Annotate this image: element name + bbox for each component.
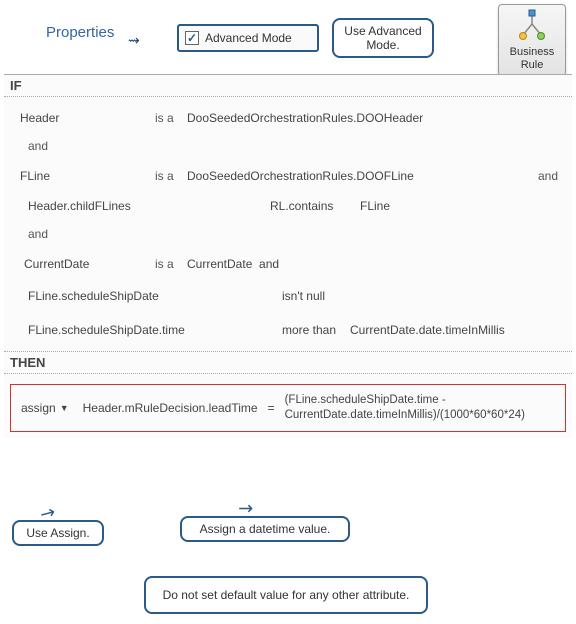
cond-left: FLine.scheduleShipDate.time <box>10 323 282 337</box>
cond-right: DooSeededOrchestrationRules.DOOHeader <box>187 111 566 125</box>
cond-op: more than <box>282 323 350 337</box>
cond-right: FLine <box>360 199 566 213</box>
condition-row: Header.childFLines RL.contains FLine <box>10 191 566 221</box>
callout-assign-datetime: Assign a datetime value. <box>180 516 350 542</box>
rule-body: IF Header is a DooSeededOrchestrationRul… <box>4 74 572 438</box>
equals-sign: = <box>268 401 275 415</box>
is-a-text: is a <box>155 257 187 271</box>
advanced-mode-container: ✓ Advanced Mode <box>177 24 319 52</box>
cond-left: FLine.scheduleShipDate <box>10 289 282 303</box>
assign-dropdown[interactable]: assign ▼ <box>17 399 73 417</box>
advanced-mode-checkbox[interactable]: ✓ <box>185 31 199 45</box>
business-rule-label: Business Rule <box>499 46 565 70</box>
properties-label: Properties <box>46 24 114 41</box>
callout-use-advanced: Use Advanced Mode. <box>332 18 434 58</box>
pointer-arrow-icon: ⇝ <box>128 32 140 49</box>
then-body: assign ▼ Header.mRuleDecision.leadTime =… <box>4 374 572 438</box>
assign-target: Header.mRuleDecision.leadTime <box>83 401 258 415</box>
and-text: and <box>259 257 279 271</box>
is-a-text: is a <box>155 169 187 183</box>
if-header: IF <box>4 74 572 97</box>
business-rule-button[interactable]: Business Rule <box>498 4 566 76</box>
advanced-mode-label: Advanced Mode <box>205 31 292 45</box>
callout-use-assign: Use Assign. <box>12 520 104 546</box>
assign-label: assign <box>21 401 56 415</box>
assign-expression: (FLine.scheduleShipDate.time - CurrentDa… <box>285 393 559 423</box>
and-text: and <box>10 133 566 159</box>
condition-row: FLine is a DooSeededOrchestrationRules.D… <box>10 159 566 191</box>
and-text: and <box>528 169 566 183</box>
if-body: Header is a DooSeededOrchestrationRules.… <box>4 97 572 352</box>
cond-right: DooSeededOrchestrationRules.DOOFLine <box>187 169 528 183</box>
then-header: THEN <box>4 352 572 374</box>
cond-left: Header.childFLines <box>10 199 270 213</box>
condition-row: Header is a DooSeededOrchestrationRules.… <box>10 101 566 133</box>
cond-op: isn't null <box>282 289 402 303</box>
cond-right: CurrentDate.date.timeInMillis <box>350 323 566 337</box>
cond-left: Header <box>10 111 155 125</box>
condition-row: FLine.scheduleShipDate isn't null <box>10 279 566 313</box>
cond-left: CurrentDate <box>10 257 155 271</box>
business-rule-icon <box>515 9 549 43</box>
assign-action-row: assign ▼ Header.mRuleDecision.leadTime =… <box>10 384 566 432</box>
chevron-down-icon: ▼ <box>60 403 69 413</box>
is-a-text: is a <box>155 111 187 125</box>
cond-left: FLine <box>10 169 155 183</box>
callout-no-default: Do not set default value for any other a… <box>144 576 428 614</box>
cond-op: RL.contains <box>270 199 360 213</box>
cond-right: CurrentDate <box>187 257 252 271</box>
condition-row: FLine.scheduleShipDate.time more than Cu… <box>10 313 566 351</box>
condition-row: CurrentDate is a CurrentDate and <box>10 247 566 279</box>
and-text: and <box>10 221 566 247</box>
